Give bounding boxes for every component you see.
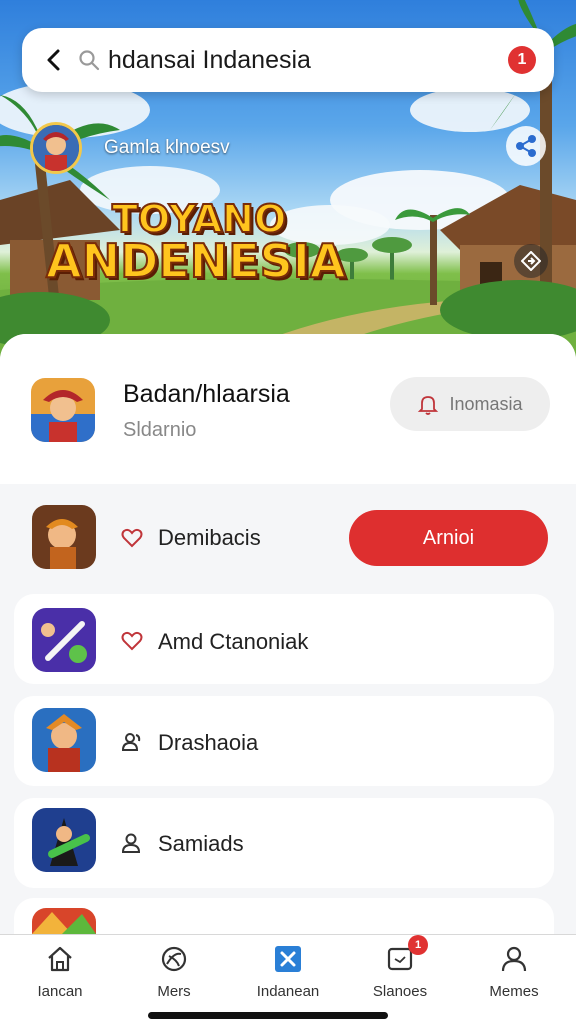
heart-icon[interactable]	[120, 629, 144, 653]
hero-action-button[interactable]	[514, 244, 548, 278]
nav-item-home[interactable]: Iancan	[10, 943, 110, 1009]
row-label: Demibacis	[158, 525, 261, 550]
game-logo-line1: TOYANO	[111, 197, 287, 241]
row-app-icon[interactable]	[32, 808, 96, 872]
row-label: Samiads	[158, 831, 244, 856]
region-pill-button[interactable]: Inomasia	[390, 377, 550, 431]
row-app-icon[interactable]	[32, 608, 96, 672]
nav-label: Slanoes	[372, 983, 428, 1000]
x-square-icon	[275, 946, 301, 972]
heart-icon[interactable]	[120, 526, 144, 550]
channel-avatar[interactable]	[30, 122, 82, 174]
app-header-icon[interactable]	[31, 378, 95, 442]
group-icon[interactable]	[120, 730, 144, 754]
region-pill-label: Inomasia	[449, 393, 523, 414]
nav-item-mers[interactable]: Mers	[124, 943, 224, 1009]
notification-badge[interactable]: 1	[508, 46, 536, 74]
globe-icon	[161, 946, 187, 972]
nav-item-slanoes[interactable]: 1 Slanoes	[350, 935, 450, 1009]
app-subtitle: Sldarnio	[123, 419, 197, 441]
nav-item-indanean[interactable]: Indanean	[238, 943, 338, 1009]
game-logo-line2: ANDENESIA	[45, 234, 346, 288]
game-thumbnail-icon	[32, 708, 96, 772]
search-icon	[79, 50, 100, 71]
bell-icon	[418, 396, 439, 415]
game-character-icon	[31, 378, 95, 442]
channel-info[interactable]: Gamla klnoesv	[30, 122, 230, 174]
nav-item-memes[interactable]: Memes	[464, 943, 564, 1009]
chevron-left-icon	[47, 49, 60, 71]
game-thumbnail-icon	[32, 908, 96, 934]
bottom-navigation: Iancan Mers Indanean 1 Slanoes Memes	[0, 934, 576, 1024]
row-action-button[interactable]: Arnioi	[349, 510, 548, 566]
profile-icon	[501, 946, 527, 972]
row-app-icon[interactable]	[32, 908, 96, 934]
diamond-arrow-icon	[521, 251, 541, 271]
row-label: Drashaoia	[158, 730, 259, 755]
row-app-icon[interactable]	[32, 708, 96, 772]
channel-name: Gamla klnoesv	[104, 137, 230, 158]
nav-label: Indanean	[256, 983, 320, 1000]
row-app-icon[interactable]	[32, 505, 96, 569]
game-thumbnail-icon	[32, 808, 96, 872]
hero-banner: hdansai Indanesia 1 Gamla klnoesv TOYANO…	[0, 0, 576, 360]
home-icon	[48, 946, 72, 972]
avatar-icon	[33, 125, 79, 171]
row-label: Amd Ctanoniak	[158, 629, 309, 654]
nav-label: Iancan	[37, 983, 83, 1000]
back-button[interactable]	[40, 40, 66, 80]
search-bar[interactable]: hdansai Indanesia 1	[22, 28, 554, 92]
home-indicator	[148, 1012, 388, 1019]
game-logo: TOYANO ANDENESIA	[45, 197, 346, 288]
person-icon[interactable]	[120, 831, 144, 855]
search-input[interactable]: hdansai Indanesia	[108, 46, 508, 75]
share-button[interactable]	[506, 126, 546, 166]
share-icon	[516, 135, 536, 157]
game-thumbnail-icon	[32, 505, 96, 569]
nav-badge: 1	[408, 935, 428, 955]
game-thumbnail-icon	[32, 608, 96, 672]
nav-label: Mers	[157, 983, 191, 1000]
nav-label: Memes	[489, 983, 539, 1000]
app-title: Badan/hlaarsia	[123, 380, 290, 408]
